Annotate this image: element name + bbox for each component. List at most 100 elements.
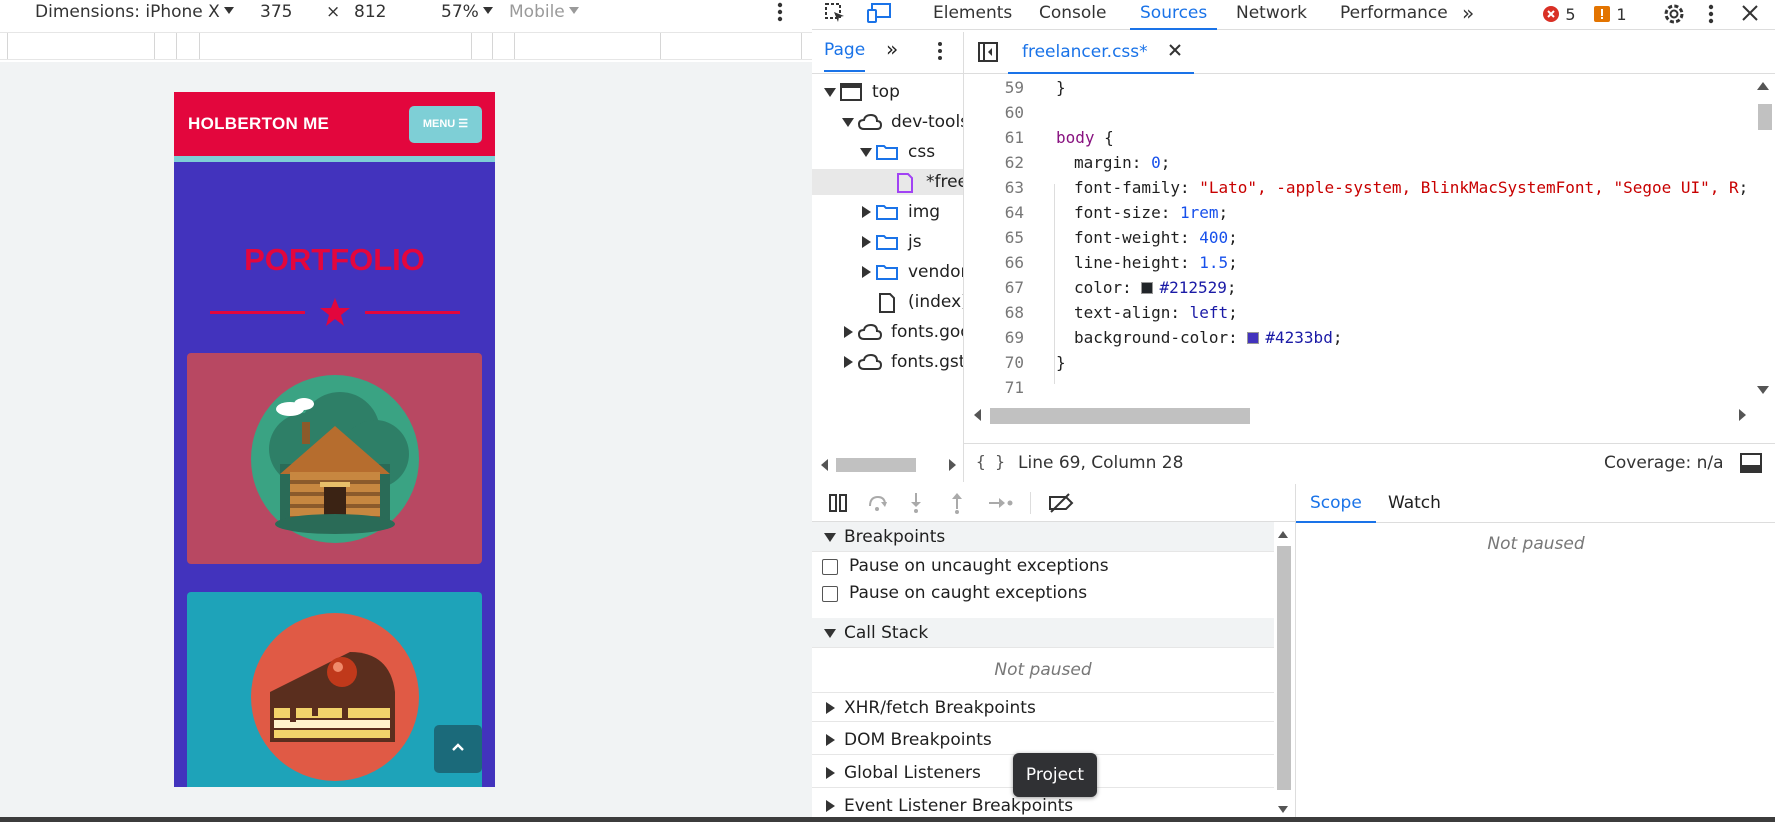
code-line[interactable]: 67 color: #212529; — [964, 275, 1237, 300]
navigator-menu-icon[interactable] — [936, 40, 944, 62]
file-tab-freelancer-css[interactable]: freelancer.css* — [1008, 32, 1194, 74]
scroll-to-top-button[interactable] — [434, 725, 482, 773]
color-swatch[interactable] — [1247, 332, 1260, 344]
step-out-icon[interactable] — [949, 492, 965, 514]
tab-console[interactable]: Console — [1039, 0, 1107, 30]
tree-item-fonts-googleapis[interactable]: fonts.googleapis.com — [812, 319, 963, 345]
toggle-navigator-icon[interactable] — [978, 42, 998, 62]
more-options-icon[interactable] — [776, 1, 784, 23]
line-number[interactable]: 61 — [964, 125, 1024, 150]
line-number[interactable]: 59 — [964, 75, 1024, 100]
dom-breakpoints-header[interactable]: DOM Breakpoints — [812, 725, 1274, 755]
tab-network[interactable]: Network — [1236, 0, 1307, 30]
devtools-menu-icon[interactable] — [1707, 3, 1715, 33]
debugger-vertical-scrollbar[interactable] — [1272, 522, 1295, 822]
editor-horizontal-scrollbar[interactable] — [964, 404, 1750, 426]
navigator-horizontal-scrollbar[interactable] — [812, 454, 963, 476]
menu-button[interactable]: MENU ☰ — [409, 106, 482, 143]
line-number[interactable]: 66 — [964, 250, 1024, 275]
tab-elements[interactable]: Elements — [933, 0, 1012, 30]
color-swatch[interactable] — [1141, 282, 1154, 294]
portfolio-item-cabin[interactable] — [187, 353, 482, 564]
code-line[interactable]: 71 — [964, 375, 1024, 400]
tree-item-css[interactable]: css — [812, 139, 963, 165]
cloud-icon — [858, 114, 882, 130]
xhr-breakpoints-header[interactable]: XHR/fetch Breakpoints — [812, 692, 1274, 722]
scope-watch-panel: Scope Watch Not paused — [1295, 484, 1775, 822]
collapse-arrow-icon — [826, 702, 835, 714]
tree-item-top[interactable]: top — [812, 79, 963, 105]
step-over-icon[interactable] — [867, 494, 889, 512]
line-number[interactable]: 62 — [964, 150, 1024, 175]
code-text: } — [1056, 353, 1066, 372]
line-number[interactable]: 63 — [964, 175, 1024, 200]
tree-item-index[interactable]: (index) — [812, 289, 963, 315]
pause-caught-checkbox[interactable]: Pause on caught exceptions — [812, 580, 1274, 607]
code-line[interactable]: 62 margin: 0; — [964, 150, 1171, 175]
tree-item-img[interactable]: img — [812, 199, 963, 225]
more-tabs-icon[interactable]: » — [1462, 0, 1474, 30]
code-line[interactable]: 61 body { — [964, 125, 1114, 150]
times-label: × — [326, 2, 341, 22]
tooltip: Project — [1013, 753, 1097, 797]
close-tab-icon[interactable] — [1168, 43, 1182, 57]
line-number[interactable]: 67 — [964, 275, 1024, 300]
tree-item-vendor[interactable]: vendor — [812, 259, 963, 285]
tree-item-fonts-gstatic[interactable]: fonts.gstatic.com — [812, 349, 963, 375]
tree-item-dev-tools[interactable]: dev-tools — [812, 109, 963, 135]
viewport-height-input[interactable]: 812 — [354, 2, 386, 22]
throttle-dropdown[interactable]: Mobile — [509, 2, 579, 22]
deactivate-breakpoints-icon[interactable] — [1048, 493, 1074, 513]
pretty-print-icon[interactable]: { } — [976, 452, 1005, 471]
code-line[interactable]: 70} — [964, 350, 1066, 375]
tab-watch[interactable]: Watch — [1388, 493, 1441, 513]
code-lines[interactable]: 59} 60 61 body {62 margin: 0; 63 font-family: … — [964, 72, 1749, 402]
close-devtools-icon[interactable] — [1740, 3, 1760, 33]
code-line[interactable]: 69 background-color: #4233bd; — [964, 325, 1343, 350]
code-text: color: #212529; — [1074, 278, 1237, 297]
inspect-element-icon[interactable] — [824, 2, 846, 32]
toggle-drawer-icon[interactable] — [1740, 453, 1762, 473]
dimensions-dropdown[interactable]: Dimensions: iPhone X — [35, 2, 234, 22]
code-line[interactable]: 64 font-size: 1rem; — [964, 200, 1228, 225]
settings-gear-icon[interactable] — [1662, 2, 1686, 32]
line-number[interactable]: 70 — [964, 350, 1024, 375]
device-toolbar: Dimensions: iPhone X 375 × 812 57% Mobil… — [0, 0, 812, 28]
warning-count-badge[interactable]: 1 — [1593, 2, 1627, 32]
line-number[interactable]: 68 — [964, 300, 1024, 325]
breakpoints-section-header[interactable]: Breakpoints — [812, 522, 1274, 552]
code-text: body { — [1056, 128, 1114, 147]
media-query-ruler[interactable] — [0, 32, 812, 60]
step-icon[interactable] — [988, 496, 1014, 510]
more-navigator-tabs-icon[interactable]: » — [886, 37, 898, 61]
line-number[interactable]: 71 — [964, 375, 1024, 400]
tree-item-js[interactable]: js — [812, 229, 963, 255]
code-line[interactable]: 60 — [964, 100, 1024, 125]
tree-item-freelancer-css[interactable]: *freelancer.css — [812, 169, 963, 195]
line-number[interactable]: 60 — [964, 100, 1024, 125]
code-line[interactable]: 59} — [964, 75, 1066, 100]
code-line[interactable]: 68 text-align: left; — [964, 300, 1238, 325]
code-line[interactable]: 63 font-family: "Lato", -apple-system, Bl… — [964, 175, 1749, 200]
brand-link[interactable]: HOLBERTON ME — [188, 114, 329, 134]
line-number[interactable]: 64 — [964, 200, 1024, 225]
expand-arrow-icon — [824, 88, 836, 97]
tab-scope[interactable]: Scope — [1296, 484, 1376, 523]
pause-icon[interactable] — [828, 494, 848, 512]
tab-page[interactable]: Page — [824, 40, 866, 72]
step-into-icon[interactable] — [908, 492, 924, 514]
devtools-tabbar: Elements Console Sources Network Perform… — [812, 0, 1775, 30]
editor-vertical-scrollbar[interactable] — [1750, 74, 1775, 404]
line-number[interactable]: 65 — [964, 225, 1024, 250]
tab-sources[interactable]: Sources — [1130, 0, 1218, 30]
zoom-dropdown[interactable]: 57% — [441, 2, 493, 22]
call-stack-section-header[interactable]: Call Stack — [812, 618, 1274, 648]
error-count-badge[interactable]: 5 — [1542, 2, 1576, 32]
code-line[interactable]: 65 font-weight: 400; — [964, 225, 1238, 250]
code-line[interactable]: 66 line-height: 1.5; — [964, 250, 1238, 275]
device-toggle-icon[interactable] — [866, 2, 892, 32]
viewport-width-input[interactable]: 375 — [260, 2, 292, 22]
line-number[interactable]: 69 — [964, 325, 1024, 350]
pause-uncaught-checkbox[interactable]: Pause on uncaught exceptions — [812, 553, 1274, 580]
tab-performance[interactable]: Performance — [1340, 0, 1448, 30]
